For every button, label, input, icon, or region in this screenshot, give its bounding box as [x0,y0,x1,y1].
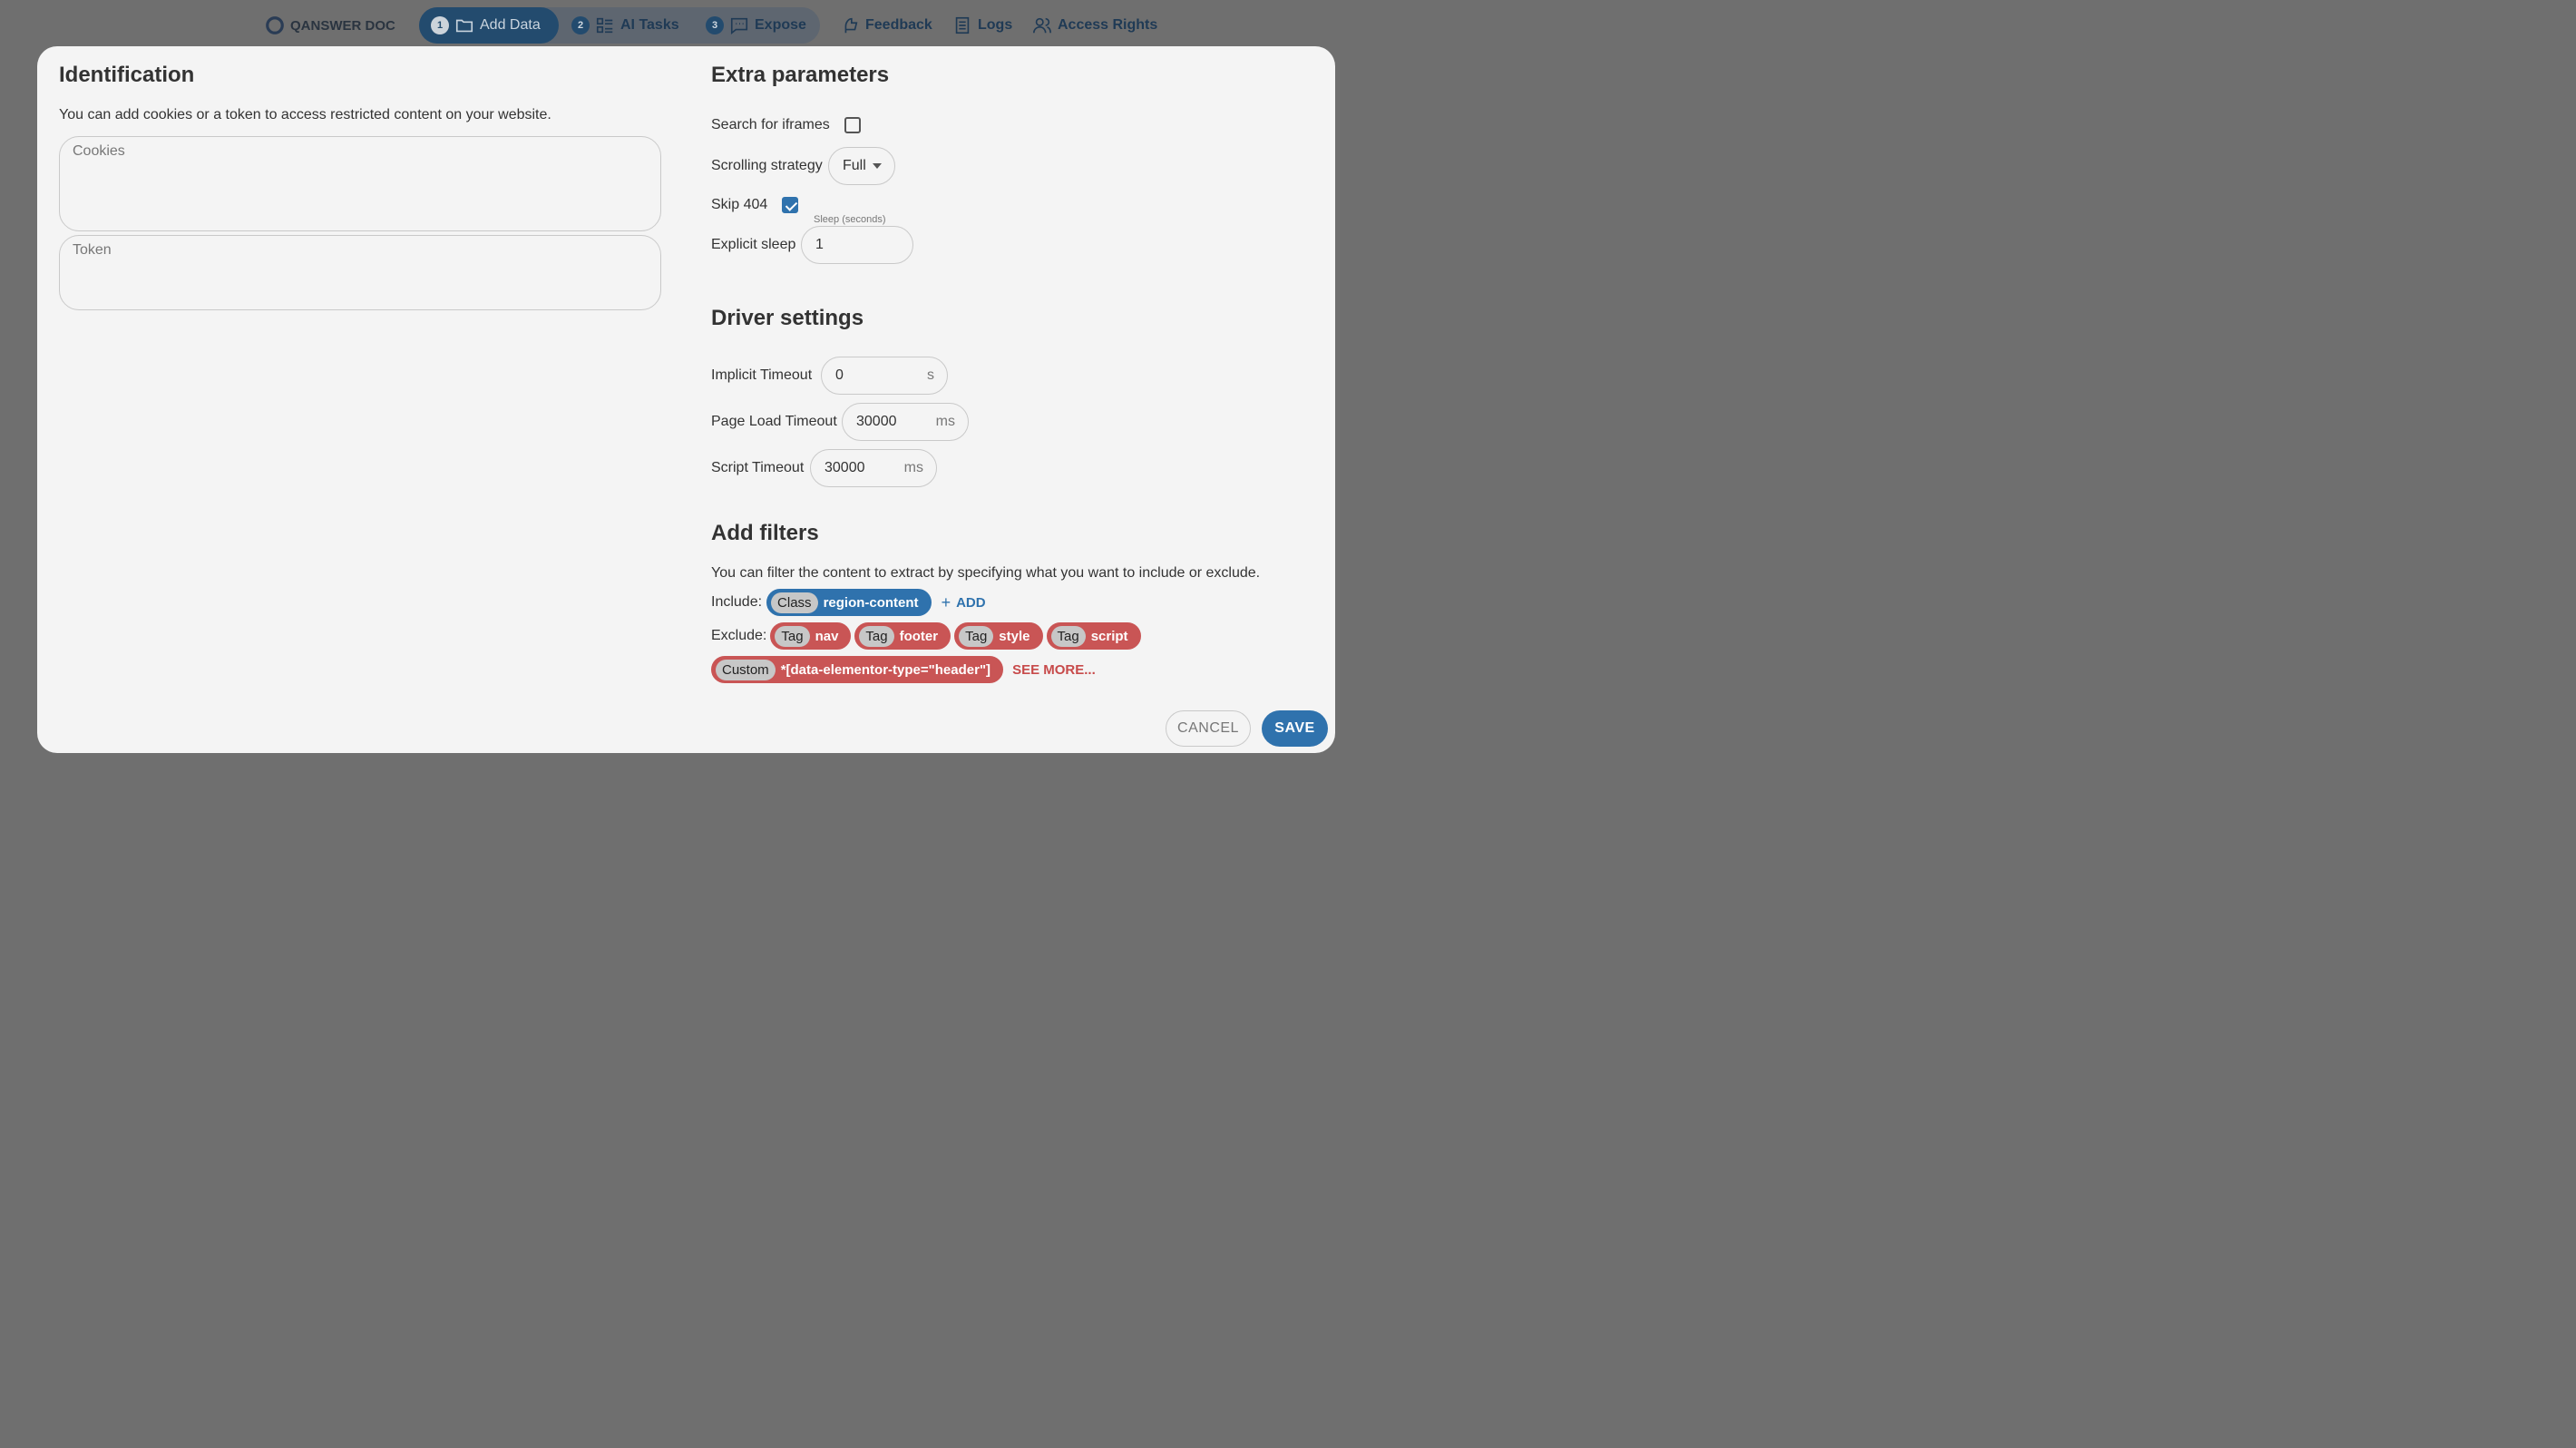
step-label: AI Tasks [620,17,679,33]
identification-description: You can add cookies or a token to access… [59,107,551,122]
page-load-timeout-input[interactable]: 30000 ms [842,403,969,441]
exclude-chip[interactable]: Tag nav [770,622,852,650]
cancel-button[interactable]: CANCEL [1166,710,1251,747]
search-iframes-row: Search for iframes [711,115,861,135]
skip-404-checkbox[interactable] [782,197,799,213]
step-label: Expose [755,17,806,33]
explicit-sleep-label: Explicit sleep [711,237,796,252]
unit-label: s [927,367,934,383]
add-filter-button[interactable]: + ADD [942,593,986,612]
search-iframes-checkbox[interactable] [844,117,861,133]
chip-value: footer [899,628,939,644]
sleep-field-label: Sleep (seconds) [814,214,886,225]
step-number: 2 [571,16,590,34]
scrolling-strategy-label: Scrolling strategy [711,158,823,173]
nav-feedback[interactable]: Feedback [840,7,932,44]
settings-column: Extra parameters Search for iframes Scro… [711,63,1319,683]
sleep-value: 1 [815,237,824,252]
search-iframes-label: Search for iframes [711,117,830,132]
step-expose[interactable]: 3 Expose [706,7,806,44]
identification-section: Identification You can add cookies or a … [59,63,663,310]
chip-value: region-content [823,594,919,611]
chip-value: nav [815,628,839,644]
unit-label: ms [903,460,923,475]
page-load-timeout-value: 30000 [856,414,897,429]
task-list-icon [596,17,613,34]
crawler-settings-modal: Identification You can add cookies or a … [37,46,1335,753]
include-label: Include: [711,594,763,610]
scrolling-strategy-row: Scrolling strategy [711,147,823,185]
chip-value: script [1090,628,1128,644]
sleep-input[interactable]: 1 [801,226,913,264]
chip-kind: Tag [1050,625,1086,647]
exclude-chip[interactable]: Custom *[data-elementor-type="header"] [711,656,1004,683]
app-logo-text: QANSWER DOC [290,17,395,34]
step-ai-tasks[interactable]: 2 AI Tasks [571,7,679,44]
chevron-down-icon [873,163,882,169]
script-timeout-input[interactable]: 30000 ms [810,449,937,487]
scrolling-strategy-value: Full [843,158,866,173]
skip-404-row: Skip 404 [711,195,799,215]
cookies-placeholder: Cookies [73,143,125,159]
scrolling-strategy-select[interactable]: Full [828,147,895,185]
plus-icon: + [941,592,951,611]
feedback-icon [844,17,858,34]
include-chip[interactable]: Class region-content [766,589,932,616]
chip-kind: Custom [716,659,776,680]
implicit-timeout-label: Implicit Timeout [711,367,813,383]
users-icon [1033,17,1051,34]
driver-settings-title: Driver settings [711,306,864,330]
nav-label: Logs [978,17,1013,33]
implicit-timeout-row: Implicit Timeout [711,357,812,395]
script-timeout-row: Script Timeout [711,449,804,487]
implicit-timeout-value: 0 [835,367,844,383]
nav-logs[interactable]: Logs [952,7,1012,44]
add-filter-label: ADD [956,594,986,611]
page-load-timeout-row: Page Load Timeout [711,403,837,441]
token-field[interactable]: Token [59,235,661,310]
token-placeholder: Token [73,242,112,258]
page-load-timeout-label: Page Load Timeout [711,414,837,429]
explicit-sleep-row: Explicit sleep [711,226,795,264]
include-row: Include: Class region-content + ADD [711,589,986,616]
chip-kind: Tag [859,625,894,647]
see-more-button[interactable]: SEE MORE... [1012,662,1096,678]
exclude-label: Exclude: [711,628,767,643]
logs-icon [955,16,970,34]
step-number: 1 [431,16,449,34]
cookies-field[interactable]: Cookies [59,136,661,231]
app-logo[interactable]: QANSWER DOC [265,7,395,44]
step-label: Add Data [480,17,541,33]
extra-parameters-title: Extra parameters [711,63,890,87]
exclude-chip[interactable]: Tag script [1046,622,1141,650]
filters-description: You can filter the content to extract by… [711,565,1261,581]
folder-icon [455,19,473,33]
script-timeout-value: 30000 [825,460,865,475]
chip-kind: Tag [775,625,810,647]
script-timeout-label: Script Timeout [711,460,805,475]
exclude-chip[interactable]: Tag footer [854,622,951,650]
exclude-row: Exclude: Tag nav Tag footer Tag style Ta… [711,622,1141,650]
section-title: Identification [59,63,195,87]
nav-label: Access Rights [1058,17,1158,33]
chat-icon [730,17,748,34]
chip-kind: Tag [959,625,994,647]
skip-404-label: Skip 404 [711,197,768,212]
save-button[interactable]: SAVE [1262,710,1328,747]
add-filters-title: Add filters [711,521,819,545]
step-number: 3 [706,16,724,34]
nav-label: Feedback [865,17,932,33]
implicit-timeout-input[interactable]: 0 s [821,357,948,395]
exclude-chip[interactable]: Tag style [954,622,1043,650]
logo-ring-icon [266,16,284,34]
unit-label: ms [935,414,955,429]
exclude-row-2: Custom *[data-elementor-type="header"] S… [711,656,1096,683]
chip-value: *[data-elementor-type="header"] [780,661,991,678]
top-nav: QANSWER DOC 1 Add Data 2 AI Tasks 3 Expo… [0,0,1422,51]
chip-kind: Class [771,592,818,613]
chip-value: style [999,628,1030,644]
nav-access-rights[interactable]: Access Rights [1032,7,1157,44]
step-add-data[interactable]: 1 Add Data [419,7,559,44]
